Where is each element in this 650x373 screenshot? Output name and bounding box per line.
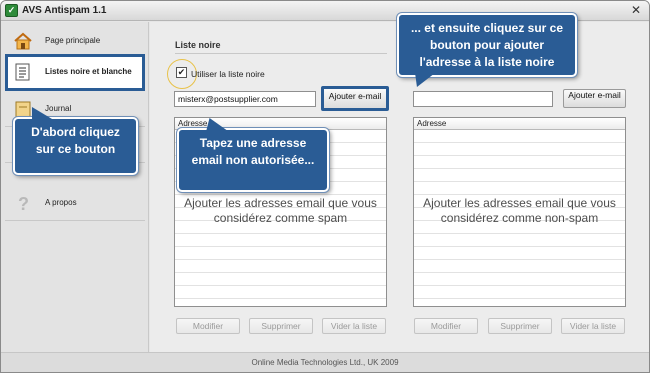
sidebar-item-lists[interactable]: Listes noire et blanche xyxy=(5,54,145,91)
section-title: Liste noire xyxy=(175,40,221,50)
sidebar-item-about[interactable]: ? A propos xyxy=(5,185,145,221)
sidebar-item-label: Journal xyxy=(45,104,72,113)
home-icon xyxy=(14,32,32,50)
app-logo-icon: ✓ xyxy=(5,4,18,17)
column-header-address[interactable]: Adresse xyxy=(414,118,625,130)
svg-text:?: ? xyxy=(18,194,29,213)
use-blacklist-checkbox[interactable]: ✔ xyxy=(176,67,187,78)
sidebar: Page principale Listes noire et blanche … xyxy=(1,22,149,352)
blacklist-clear-button[interactable]: Vider la liste xyxy=(322,318,386,334)
use-blacklist-label: Utiliser la liste noire xyxy=(191,69,265,79)
sidebar-item-label: Page principale xyxy=(45,36,101,45)
callout-third-step: ... et ensuite cliquez sur ce bouton pou… xyxy=(397,13,577,77)
callout-second-step: Tapez une adresse email non autorisée... xyxy=(177,128,329,192)
blacklist-modify-button[interactable]: Modifier xyxy=(176,318,240,334)
window-title: AVS Antispam 1.1 xyxy=(22,5,107,16)
sidebar-item-label: A propos xyxy=(45,198,77,207)
whitelist-add-button[interactable]: Ajouter e-mail xyxy=(563,89,626,108)
whitelist-hint: Ajouter les adresses email que vous cons… xyxy=(423,196,616,225)
question-icon: ? xyxy=(18,194,29,213)
callout-first-step: D'abord cliquez sur ce bouton xyxy=(13,117,138,175)
close-icon[interactable]: ✕ xyxy=(629,3,643,17)
whitelist-table[interactable]: Adresse Ajouter les adresses email que v… xyxy=(413,117,626,307)
whitelist-modify-button[interactable]: Modifier xyxy=(414,318,478,334)
blacklist-email-input[interactable]: misterx@postsupplier.com xyxy=(174,91,316,107)
footer: Online Media Technologies Ltd., UK 2009 xyxy=(1,352,649,372)
sidebar-item-label: Listes noire et blanche xyxy=(45,67,132,76)
blacklist-add-button[interactable]: Ajouter e-mail xyxy=(321,86,389,111)
section-divider xyxy=(175,53,387,54)
whitelist-email-input[interactable] xyxy=(413,91,553,107)
app-window: ✓ AVS Antispam 1.1 ✕ Page principale Lis… xyxy=(0,0,650,373)
whitelist-delete-button[interactable]: Supprimer xyxy=(488,318,552,334)
list-icon xyxy=(15,63,30,81)
blacklist-delete-button[interactable]: Supprimer xyxy=(249,318,313,334)
blacklist-hint: Ajouter les adresses email que vous cons… xyxy=(184,196,377,225)
whitelist-clear-button[interactable]: Vider la liste xyxy=(561,318,625,334)
